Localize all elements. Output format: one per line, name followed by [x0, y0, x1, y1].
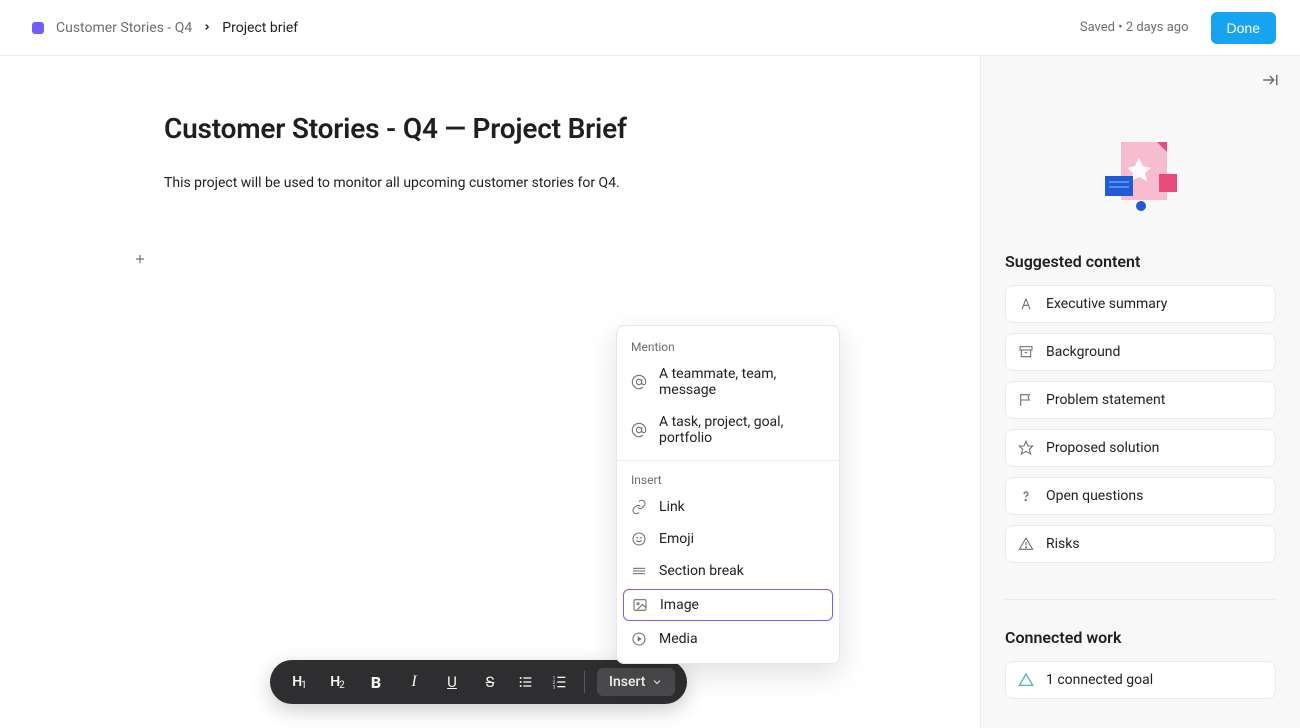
- warning-icon: [1018, 536, 1034, 552]
- document-paragraph[interactable]: This project will be used to monitor all…: [164, 173, 944, 194]
- section-break-icon: [631, 563, 647, 579]
- suggested-content-list: Executive summary Background Problem sta…: [1005, 285, 1276, 563]
- suggested-proposed-solution[interactable]: Proposed solution: [1005, 429, 1276, 467]
- link-icon: [631, 499, 647, 515]
- mention-teammate[interactable]: A teammate, team, message: [617, 358, 839, 406]
- breadcrumb-current: Project brief: [222, 20, 298, 36]
- illustration: [1091, 136, 1191, 216]
- suggested-background[interactable]: Background: [1005, 333, 1276, 371]
- media-icon: [631, 631, 647, 647]
- suggested-executive-summary[interactable]: Executive summary: [1005, 285, 1276, 323]
- chevron-down-icon: [651, 676, 663, 688]
- sidebar: Suggested content Executive summary Back…: [980, 56, 1300, 728]
- arrow-right-to-line-icon: [1261, 71, 1279, 89]
- chevron-right-icon: [202, 21, 212, 35]
- emoji-icon: [631, 531, 647, 547]
- project-color-icon: [32, 22, 44, 34]
- popup-divider: [617, 460, 839, 461]
- add-block-button[interactable]: [130, 249, 150, 269]
- collapse-sidebar-button[interactable]: [1260, 70, 1280, 90]
- toolbar-separator: [584, 671, 585, 693]
- italic-button[interactable]: I: [396, 664, 432, 700]
- insert-section-break-label: Section break: [659, 563, 744, 579]
- insert-image[interactable]: Image: [623, 589, 833, 621]
- suggested-item-label: Background: [1046, 344, 1120, 360]
- suggested-risks[interactable]: Risks: [1005, 525, 1276, 563]
- popup-section-insert: Insert: [617, 467, 839, 491]
- question-icon: [1018, 488, 1034, 504]
- heading1-button[interactable]: H1: [282, 664, 318, 700]
- header-bar: Customer Stories - Q4 Project brief Save…: [0, 0, 1300, 56]
- document-title[interactable]: Customer Stories - Q4 — Project Brief: [164, 112, 944, 145]
- svg-text:3: 3: [553, 685, 556, 690]
- strikethrough-button[interactable]: S: [472, 664, 508, 700]
- heading2-button[interactable]: H2: [320, 664, 356, 700]
- mention-task-label: A task, project, goal, portfolio: [659, 414, 825, 446]
- suggested-open-questions[interactable]: Open questions: [1005, 477, 1276, 515]
- bold-button[interactable]: B: [358, 664, 394, 700]
- suggested-item-label: Proposed solution: [1046, 440, 1159, 456]
- insert-media-label: Media: [659, 631, 698, 647]
- insert-label: Insert: [609, 674, 645, 690]
- insert-link-label: Link: [659, 499, 685, 515]
- breadcrumb-root[interactable]: Customer Stories - Q4: [56, 20, 192, 36]
- flag-icon: [1018, 392, 1034, 408]
- connected-goal-label: 1 connected goal: [1046, 672, 1153, 688]
- sidebar-divider: [1005, 599, 1276, 600]
- insert-emoji[interactable]: Emoji: [617, 523, 839, 555]
- image-icon: [632, 597, 648, 613]
- insert-link[interactable]: Link: [617, 491, 839, 523]
- insert-media[interactable]: Media: [617, 623, 839, 655]
- connected-goal[interactable]: 1 connected goal: [1005, 661, 1276, 699]
- insert-section-break[interactable]: Section break: [617, 555, 839, 587]
- suggested-problem-statement[interactable]: Problem statement: [1005, 381, 1276, 419]
- insert-emoji-label: Emoji: [659, 531, 694, 547]
- popup-section-mention: Mention: [617, 334, 839, 358]
- format-toolbar: H1 H2 B I U S 123 Insert: [270, 660, 687, 704]
- insert-button[interactable]: Insert: [597, 668, 675, 696]
- at-icon: [631, 422, 647, 438]
- done-button[interactable]: Done: [1211, 12, 1276, 44]
- text-icon: [1018, 296, 1034, 312]
- saved-status: Saved • 2 days ago: [1080, 20, 1189, 35]
- suggested-item-label: Executive summary: [1046, 296, 1167, 312]
- archive-icon: [1018, 344, 1034, 360]
- goal-icon: [1018, 672, 1034, 688]
- insert-image-label: Image: [660, 597, 699, 613]
- connected-work-title: Connected work: [1005, 628, 1276, 647]
- suggested-content-title: Suggested content: [1005, 252, 1276, 271]
- insert-menu: Mention A teammate, team, message A task…: [616, 325, 840, 664]
- suggested-item-label: Risks: [1046, 536, 1080, 552]
- underline-button[interactable]: U: [434, 664, 470, 700]
- mention-task[interactable]: A task, project, goal, portfolio: [617, 406, 839, 454]
- at-icon: [631, 374, 647, 390]
- bullet-list-button[interactable]: [510, 664, 542, 700]
- mention-teammate-label: A teammate, team, message: [659, 366, 825, 398]
- numbered-list-button[interactable]: 123: [544, 664, 576, 700]
- breadcrumb: Customer Stories - Q4 Project brief: [56, 20, 298, 36]
- suggested-item-label: Problem statement: [1046, 392, 1165, 408]
- editor-area[interactable]: Customer Stories - Q4 — Project Brief Th…: [0, 56, 980, 728]
- star-icon: [1018, 440, 1034, 456]
- suggested-item-label: Open questions: [1046, 488, 1143, 504]
